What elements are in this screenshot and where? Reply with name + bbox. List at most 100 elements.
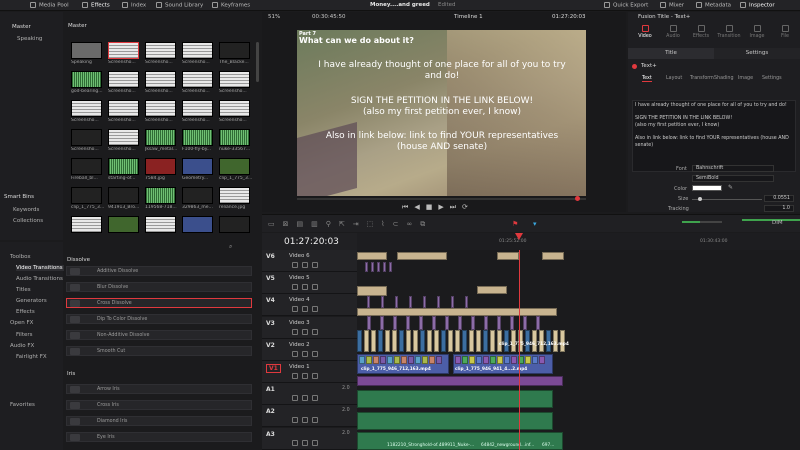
playhead-line[interactable]: [519, 250, 520, 450]
clip-v6-purple[interactable]: [371, 262, 374, 272]
index-tab[interactable]: Index: [122, 2, 146, 9]
media-clip-thumb[interactable]: [145, 216, 176, 241]
media-clip-thumb[interactable]: Screensho...: [108, 71, 139, 96]
clip-v3[interactable]: [392, 330, 397, 352]
media-clip-thumb[interactable]: 941913_Bro...: [108, 187, 139, 212]
clip-v6[interactable]: [357, 252, 387, 260]
marker-icon[interactable]: ▾: [533, 220, 537, 228]
tool-tab-layout[interactable]: Layout: [666, 76, 682, 81]
zoom-slider[interactable]: [682, 221, 722, 223]
clip-v3[interactable]: [546, 330, 551, 352]
clip-v2-frame[interactable]: [511, 356, 517, 364]
clip-v4-purple[interactable]: [445, 316, 449, 330]
clip-v5-purple[interactable]: [409, 296, 412, 308]
effect-smooth-cut[interactable]: Smooth Cut: [66, 346, 252, 356]
clip-v2-frame[interactable]: [525, 356, 531, 364]
clip-v3[interactable]: [413, 330, 418, 352]
track-visibility-icon[interactable]: [312, 395, 318, 402]
auto-select-icon[interactable]: [302, 439, 308, 446]
clip-v4-purple[interactable]: [523, 316, 527, 330]
clip-v3[interactable]: [406, 330, 411, 352]
timeline-tracks[interactable]: clip_1_775_946_712,163.mp4 1182210_Stron…: [357, 250, 800, 450]
lock-track-icon[interactable]: [292, 328, 298, 335]
media-clip-thumb[interactable]: Screensho...: [182, 42, 213, 67]
clip-v4-purple[interactable]: [419, 316, 423, 330]
subtab-settings[interactable]: Settings: [714, 48, 800, 59]
clip-v3[interactable]: [420, 330, 425, 352]
lock-track-icon[interactable]: [292, 306, 298, 313]
effect-cross-iris[interactable]: Cross Iris: [66, 400, 252, 410]
tool-tab-text[interactable]: Text: [642, 76, 652, 82]
play-icon[interactable]: ▶: [438, 203, 449, 211]
clip-v2-frame[interactable]: [373, 356, 379, 364]
clip-v3[interactable]: [448, 330, 453, 352]
sound-library-tab[interactable]: Sound Library: [156, 2, 203, 9]
clip-v2-frame[interactable]: [455, 356, 461, 364]
font-select[interactable]: Bahnschrift: [692, 165, 774, 172]
media-clip-thumb[interactable]: clip_1_775_3...: [71, 187, 104, 212]
clip-v5-purple[interactable]: [451, 296, 454, 308]
media-clip-thumb[interactable]: Screensho...: [71, 100, 102, 125]
clip-v2-frame[interactable]: [408, 356, 414, 364]
clip-v2-frame[interactable]: [387, 356, 393, 364]
clip-v2-frame[interactable]: [476, 356, 482, 364]
toolbox-item-generators[interactable]: Generators: [16, 298, 47, 304]
clip-v3[interactable]: [539, 330, 544, 352]
keyframes-tab[interactable]: Keyframes: [212, 2, 250, 9]
color-swatch[interactable]: [692, 185, 722, 191]
scrubber-playhead[interactable]: [575, 196, 580, 201]
effect-cross-dissolve[interactable]: Cross Dissolve: [66, 298, 252, 308]
media-clip-thumb[interactable]: Screensho...: [145, 42, 176, 67]
effects-tab[interactable]: Effects: [82, 2, 110, 9]
track-header-a3[interactable]: A3 2.0: [262, 427, 357, 450]
clip-v4-purple[interactable]: [393, 316, 397, 330]
jump-start-icon[interactable]: ⏮: [402, 203, 414, 211]
lock-track-icon[interactable]: [292, 417, 298, 424]
size-slider[interactable]: [692, 197, 762, 201]
media-clip-thumb[interactable]: 7584.jpg: [145, 158, 176, 183]
eyedropper-icon[interactable]: ✎: [728, 184, 733, 191]
clip-v3[interactable]: [441, 330, 446, 352]
toolbox-item-toolbox[interactable]: Toolbox: [10, 254, 31, 260]
media-clip-thumb[interactable]: 329863_me...: [182, 187, 213, 212]
clip-v4-purple[interactable]: [458, 316, 462, 330]
clip-v3[interactable]: [511, 330, 516, 352]
clip-v5-purple[interactable]: [423, 296, 426, 308]
clip-v4-purple[interactable]: [510, 316, 514, 330]
media-clip-thumb[interactable]: Screensho...: [145, 100, 176, 125]
clip-v3[interactable]: [504, 330, 509, 352]
clip-v6[interactable]: [497, 252, 519, 260]
media-clip-thumb[interactable]: [219, 216, 250, 241]
track-visibility-icon[interactable]: [312, 373, 318, 379]
media-clip-thumb[interactable]: nuke-33567...: [219, 129, 250, 154]
clip-v5[interactable]: [357, 286, 387, 296]
track-visibility-icon[interactable]: [312, 439, 318, 446]
media-clip-thumb[interactable]: The_Blacke...: [219, 42, 250, 67]
clip-v3[interactable]: [427, 330, 432, 352]
inspector-tab-video[interactable]: Video: [632, 24, 658, 44]
stop-icon[interactable]: ■: [426, 203, 439, 211]
search-icon[interactable]: ⌕: [229, 243, 232, 251]
clip-v6-purple[interactable]: [377, 262, 380, 272]
edit-tools[interactable]: ▭⊠▤▥⚲⇱⇥⬚⌇⊂∞⧉: [268, 220, 433, 229]
clip-v2-frame[interactable]: [532, 356, 538, 364]
flag-icon[interactable]: ⚑: [512, 220, 518, 228]
track-visibility-icon[interactable]: [312, 306, 318, 313]
toolbox-item-audio-fx[interactable]: Audio FX: [10, 343, 34, 349]
clip-v4-purple[interactable]: [484, 316, 488, 330]
clip-v4-purple[interactable]: [367, 316, 371, 330]
tool-tab-transform[interactable]: Transform: [690, 76, 714, 81]
smart-bin-collections[interactable]: Collections: [13, 218, 43, 224]
effect-eye-iris[interactable]: Eye Iris: [66, 432, 252, 442]
inspector-tab-transition[interactable]: Transition: [716, 24, 742, 44]
auto-select-icon[interactable]: [302, 284, 308, 291]
auto-select-icon[interactable]: [302, 328, 308, 335]
clip-v4-purple[interactable]: [497, 316, 501, 330]
inspector-tab-file[interactable]: File: [772, 24, 798, 44]
media-clip-thumb[interactable]: Fireball_bl...: [71, 158, 102, 183]
smart-bin-keywords[interactable]: Keywords: [13, 207, 39, 213]
effect-additive-dissolve[interactable]: Additive Dissolve: [66, 266, 252, 276]
clip-v2-frame[interactable]: [483, 356, 489, 364]
media-clip-thumb[interactable]: F100-fly-by...: [182, 129, 213, 154]
viewer-scrubber[interactable]: [297, 196, 586, 201]
